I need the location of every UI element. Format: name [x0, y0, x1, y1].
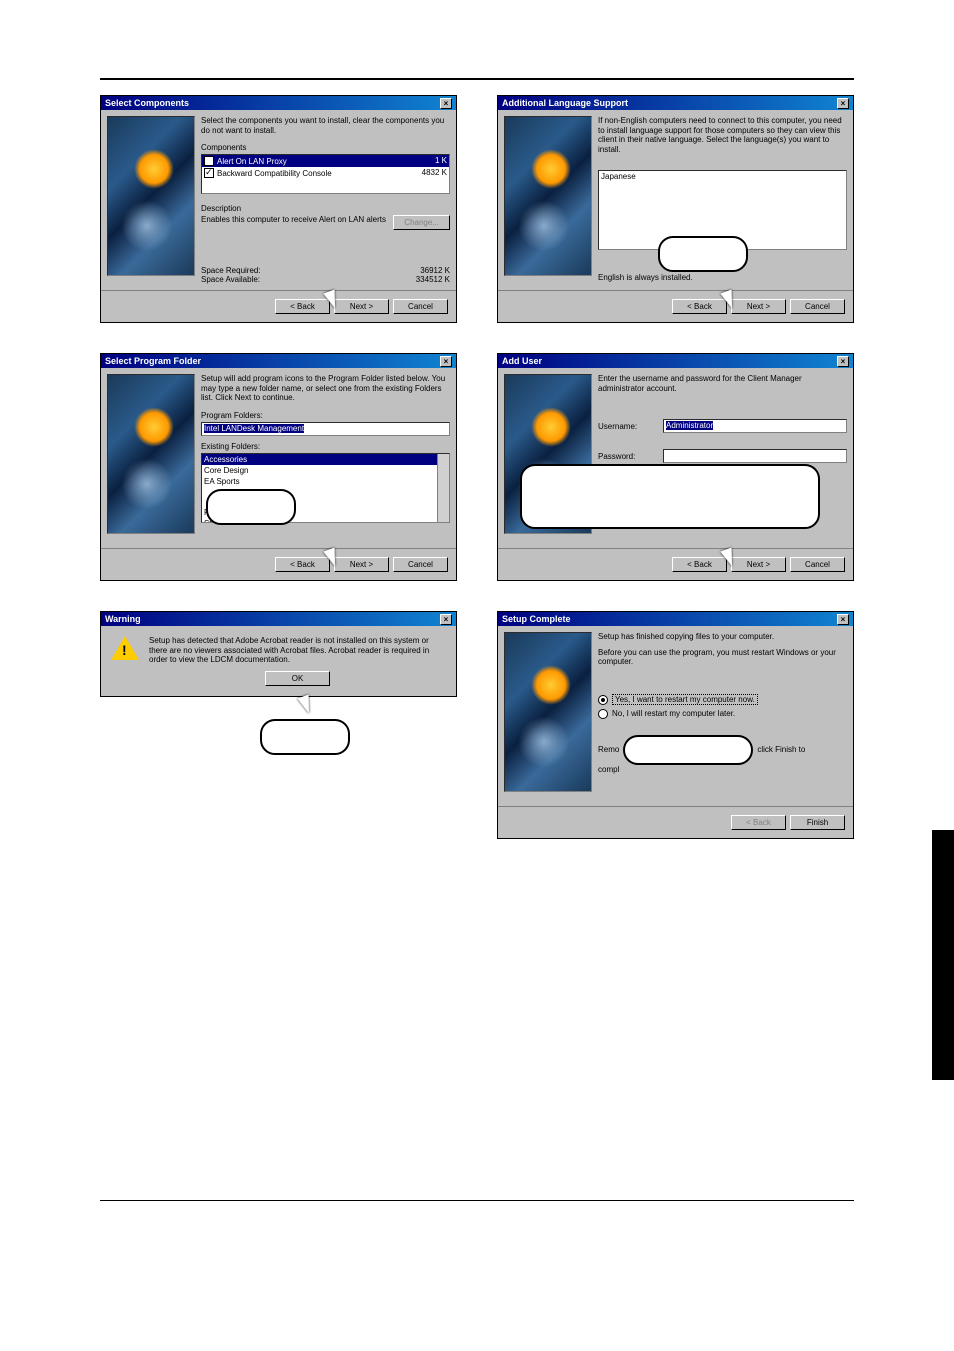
space-required-value: 36912 K [420, 266, 450, 275]
description-text: Enables this computer to receive Alert o… [201, 215, 387, 224]
cancel-button[interactable]: Cancel [393, 299, 448, 314]
space-required-label: Space Required: [201, 266, 261, 275]
instruction-text: If non-English computers need to connect… [598, 116, 847, 154]
language-support-dialog: Additional Language Support × If non-Eng… [497, 95, 854, 323]
next-button[interactable]: Next > [731, 299, 786, 314]
line4: compl [598, 765, 847, 774]
wizard-image [107, 374, 195, 534]
close-icon[interactable]: × [837, 614, 849, 625]
checkbox-icon[interactable] [204, 168, 214, 178]
setup-complete-dialog: Setup Complete × Setup has finished copy… [497, 611, 854, 839]
select-components-dialog: Select Components × Select the component… [100, 95, 457, 323]
complete-line1: Setup has finished copying files to your… [598, 632, 847, 642]
add-user-dialog: Add User × Enter the username and passwo… [497, 353, 854, 581]
callout-arrow [297, 694, 314, 715]
folder-item[interactable]: EA Sports [202, 476, 437, 487]
folder-item-selected[interactable]: Accessories [202, 454, 437, 465]
instruction-text: Setup will add program icons to the Prog… [201, 374, 450, 403]
warning-icon [111, 636, 139, 664]
titlebar: Setup Complete × [498, 612, 853, 626]
existing-folders-label: Existing Folders: [201, 442, 450, 451]
title-text: Setup Complete [502, 614, 571, 624]
header-rule [100, 78, 854, 80]
callout-box [623, 735, 753, 765]
back-button[interactable]: < Back [672, 557, 727, 572]
next-button[interactable]: Next > [731, 557, 786, 572]
titlebar: Select Components × [101, 96, 456, 110]
cancel-button[interactable]: Cancel [790, 557, 845, 572]
title-text: Select Program Folder [105, 356, 201, 366]
description-label: Description [201, 204, 450, 213]
wizard-image [504, 632, 592, 792]
cancel-button[interactable]: Cancel [790, 299, 845, 314]
title-text: Additional Language Support [502, 98, 628, 108]
components-label: Components [201, 143, 450, 152]
dialog-grid: Select Components × Select the component… [100, 95, 854, 839]
program-folders-label: Program Folders: [201, 411, 450, 420]
close-icon[interactable]: × [837, 98, 849, 109]
components-listbox[interactable]: Alert On LAN Proxy 1 K Backward Compatib… [201, 154, 450, 194]
warning-text: Setup has detected that Adobe Acrobat re… [149, 636, 446, 665]
wizard-image [107, 116, 195, 276]
space-available-label: Space Available: [201, 275, 260, 284]
restart-now-option[interactable]: Yes, I want to restart my computer now. [598, 695, 847, 705]
component-item[interactable]: Backward Compatibility Console 4832 K [202, 167, 449, 179]
instruction-text: Enter the username and password for the … [598, 374, 847, 393]
next-button[interactable]: Next > [334, 299, 389, 314]
next-button[interactable]: Next > [334, 557, 389, 572]
back-button[interactable]: < Back [672, 299, 727, 314]
username-label: Username: [598, 422, 653, 431]
radio-icon[interactable] [598, 695, 608, 705]
close-icon[interactable]: × [440, 614, 452, 625]
close-icon[interactable]: × [440, 356, 452, 367]
callout-box [520, 464, 820, 529]
back-button[interactable]: < Back [275, 299, 330, 314]
english-note: English is always installed. [598, 273, 847, 282]
titlebar: Add User × [498, 354, 853, 368]
callout-box [260, 719, 350, 755]
close-icon[interactable]: × [837, 356, 849, 367]
side-tab [932, 830, 954, 1080]
line3-right: click Finish to [757, 745, 805, 754]
scrollbar[interactable] [437, 454, 449, 522]
complete-line2: Before you can use the program, you must… [598, 648, 847, 667]
language-item[interactable]: Japanese [599, 171, 846, 182]
component-item-selected[interactable]: Alert On LAN Proxy 1 K [202, 155, 449, 167]
warning-dialog: Warning × Setup has detected that Adobe … [100, 611, 457, 697]
back-button[interactable]: < Back [275, 557, 330, 572]
password-input[interactable] [663, 449, 847, 463]
titlebar: Select Program Folder × [101, 354, 456, 368]
restart-later-option[interactable]: No, I will restart my computer later. [598, 709, 847, 719]
titlebar: Additional Language Support × [498, 96, 853, 110]
finish-button[interactable]: Finish [790, 815, 845, 830]
cancel-button[interactable]: Cancel [393, 557, 448, 572]
callout-box [206, 489, 296, 525]
checkbox-icon[interactable] [204, 156, 214, 166]
change-button[interactable]: Change... [393, 215, 450, 230]
callout-box [658, 236, 748, 272]
space-available-value: 334512 K [416, 275, 450, 284]
folder-item[interactable]: Core Design [202, 465, 437, 476]
footer-rule [100, 1200, 854, 1201]
title-text: Select Components [105, 98, 189, 108]
ok-button[interactable]: OK [265, 671, 330, 686]
line3-left: Remo [598, 745, 619, 754]
program-folder-dialog: Select Program Folder × Setup will add p… [100, 353, 457, 581]
warning-dialog-container: Warning × Setup has detected that Adobe … [100, 611, 457, 839]
title-text: Warning [105, 614, 141, 624]
program-folder-input[interactable]: Intel LANDesk Management [201, 422, 450, 436]
password-label: Password: [598, 452, 653, 461]
back-button: < Back [731, 815, 786, 830]
title-text: Add User [502, 356, 542, 366]
close-icon[interactable]: × [440, 98, 452, 109]
titlebar: Warning × [101, 612, 456, 626]
username-input[interactable]: Administrator [663, 419, 847, 433]
radio-icon[interactable] [598, 709, 608, 719]
instruction-text: Select the components you want to instal… [201, 116, 450, 135]
wizard-image [504, 116, 592, 276]
page-content: Select Components × Select the component… [100, 70, 854, 839]
